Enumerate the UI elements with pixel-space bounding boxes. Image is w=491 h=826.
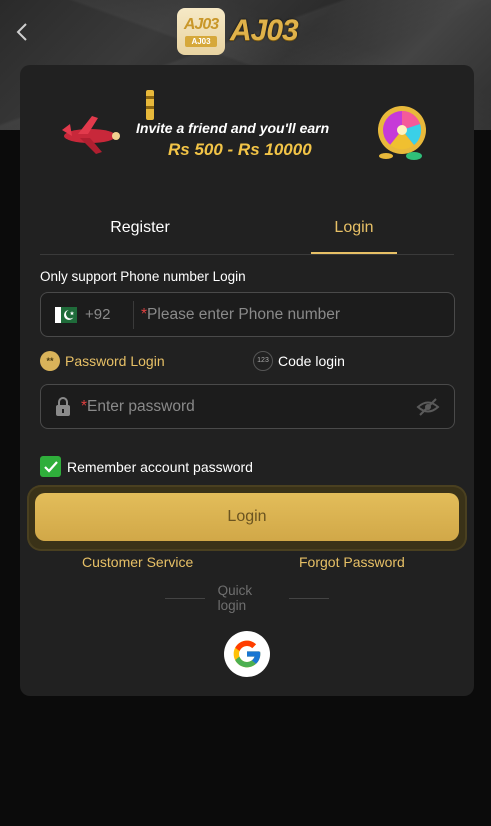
lock-icon bbox=[56, 397, 70, 416]
password-input[interactable]: *Enter password bbox=[81, 385, 381, 428]
phone-input[interactable]: *Please enter Phone number bbox=[141, 293, 441, 336]
divider-line bbox=[289, 597, 330, 599]
banner-headline: Invite a friend and you'll earn bbox=[136, 120, 330, 136]
remember-password[interactable]: Remember account password bbox=[40, 456, 253, 477]
tab-login[interactable]: Login bbox=[311, 213, 397, 254]
remember-label: Remember account password bbox=[67, 458, 253, 475]
quick-login-label: Quick login bbox=[217, 583, 253, 613]
invite-banner[interactable]: Invite a friend and you'll earn Rs 500 -… bbox=[58, 90, 436, 170]
customer-service-link[interactable]: Customer Service bbox=[82, 554, 193, 570]
password-dots-icon: ** bbox=[40, 351, 60, 371]
logo-badge-text: AJ03 bbox=[183, 16, 219, 33]
phone-field[interactable]: +92 *Please enter Phone number bbox=[40, 292, 455, 337]
prize-wheel-icon bbox=[378, 106, 426, 160]
google-icon bbox=[233, 640, 261, 668]
app-logo-badge: AJ03 AJ03 bbox=[177, 8, 225, 55]
phone-support-label: Only support Phone number Login bbox=[40, 269, 246, 284]
google-login-button[interactable] bbox=[224, 631, 270, 677]
back-button[interactable] bbox=[10, 18, 34, 46]
password-placeholder: Enter password bbox=[87, 398, 195, 415]
code-123-icon: 123 bbox=[253, 351, 273, 371]
eye-off-icon[interactable] bbox=[416, 397, 440, 417]
remember-checkbox[interactable] bbox=[40, 456, 61, 477]
pakistan-flag-icon bbox=[55, 307, 77, 323]
tab-register[interactable]: Register bbox=[97, 213, 183, 254]
login-card: Invite a friend and you'll earn Rs 500 -… bbox=[20, 65, 474, 696]
phone-placeholder: Please enter Phone number bbox=[147, 306, 341, 323]
login-button[interactable]: Login bbox=[35, 493, 459, 541]
app-logo-wordmark: AJ03 bbox=[230, 14, 299, 47]
chevron-left-icon bbox=[16, 23, 27, 41]
country-code[interactable]: +92 bbox=[85, 306, 110, 323]
password-login-option[interactable]: ** Password Login bbox=[40, 350, 165, 372]
auth-tabs: Register Login bbox=[40, 213, 454, 255]
quick-login-divider: Quick login bbox=[152, 583, 342, 613]
airplane-icon bbox=[62, 116, 120, 154]
divider-line bbox=[165, 597, 205, 599]
password-login-label: Password Login bbox=[65, 353, 165, 369]
logo-badge-subtext: AJ03 bbox=[185, 36, 217, 47]
check-icon bbox=[43, 460, 58, 473]
field-divider bbox=[133, 301, 134, 329]
banner-amount: Rs 500 - Rs 10000 bbox=[168, 140, 312, 159]
coin-stack-icon bbox=[146, 90, 154, 120]
code-login-label: Code login bbox=[278, 353, 345, 369]
password-field[interactable]: *Enter password bbox=[40, 384, 455, 429]
forgot-password-link[interactable]: Forgot Password bbox=[299, 554, 405, 570]
code-login-option[interactable]: 123 Code login bbox=[253, 350, 345, 372]
login-button-focus-ring: Login bbox=[27, 485, 467, 551]
